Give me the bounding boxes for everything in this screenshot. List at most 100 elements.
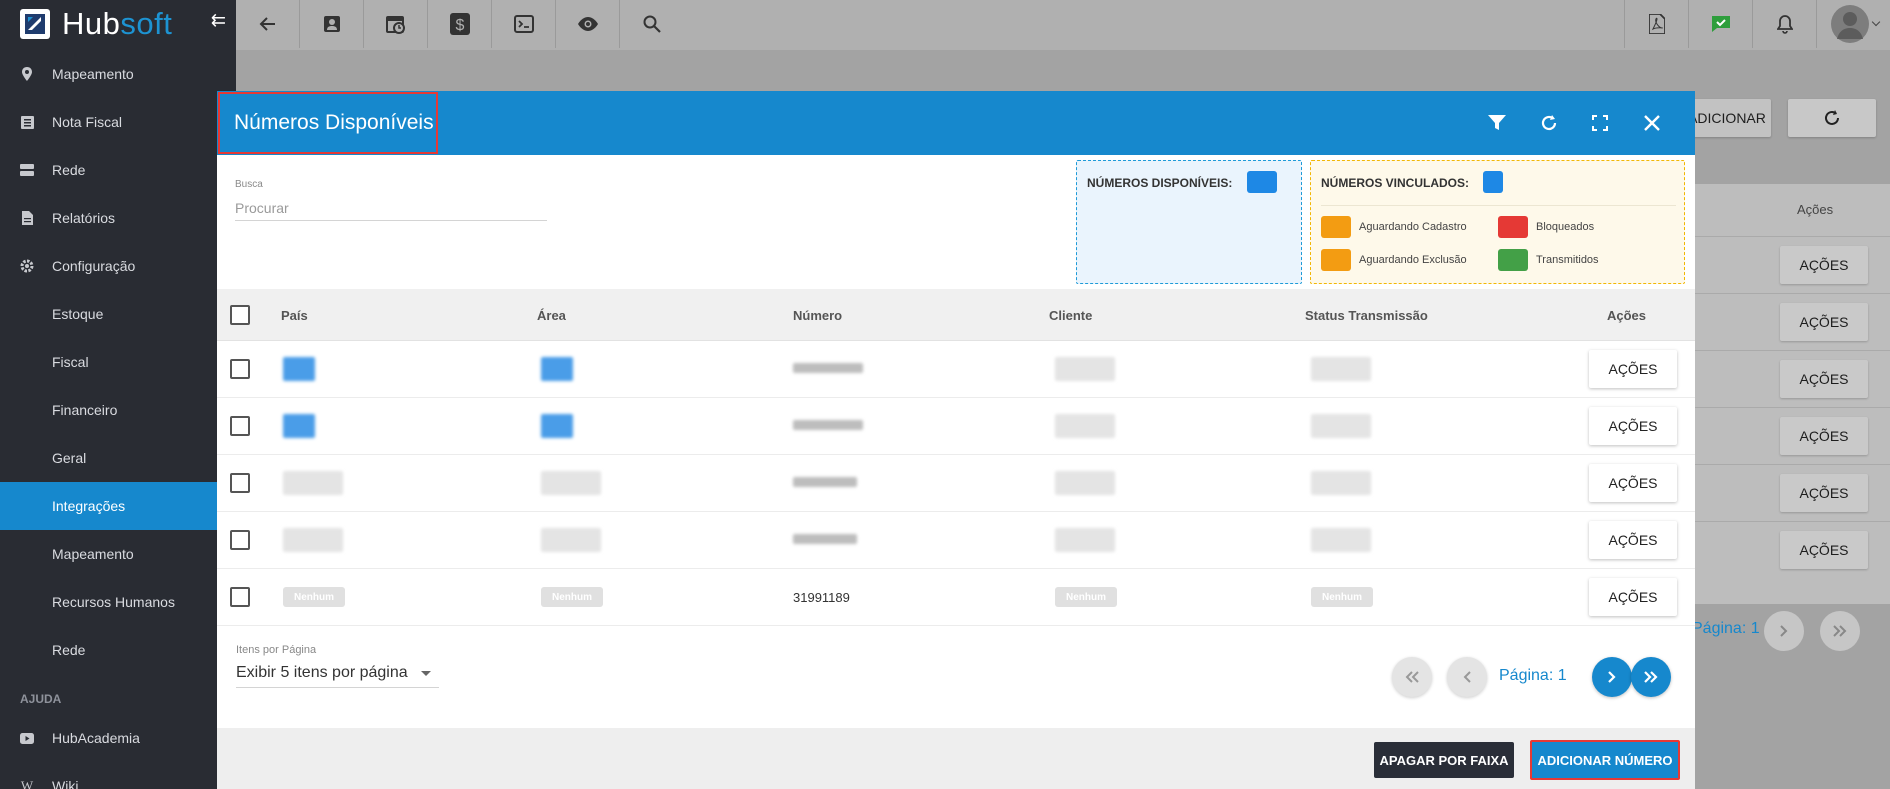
- per-page-label: Itens por Página: [236, 644, 317, 656]
- previous-page-button[interactable]: [1447, 657, 1487, 697]
- column-header-pais[interactable]: País: [281, 308, 308, 323]
- next-page-button[interactable]: [1592, 657, 1632, 697]
- collapse-sidebar-icon[interactable]: ⇇: [211, 10, 226, 31]
- sidebar-item-nota-fiscal[interactable]: Nota Fiscal: [0, 98, 236, 146]
- background-row-actions-button[interactable]: AÇÕES: [1780, 417, 1868, 455]
- country-flag-redacted: [283, 414, 315, 438]
- background-last-page-button[interactable]: [1820, 611, 1860, 651]
- map-pin-icon: [20, 67, 34, 81]
- double-chevron-right-icon: [1644, 671, 1658, 683]
- client-redacted: [1055, 471, 1115, 495]
- client-tag: Nenhum: [1055, 587, 1117, 607]
- sidebar-item-relatorios[interactable]: Relatórios: [0, 194, 236, 242]
- sidebar-item-label: Estoque: [52, 306, 104, 322]
- sidebar-item-wiki[interactable]: W Wiki: [0, 762, 236, 789]
- contact-card-icon[interactable]: [300, 0, 364, 48]
- delete-range-button[interactable]: APAGAR POR FAIXA: [1374, 742, 1514, 778]
- background-next-page-button[interactable]: [1764, 611, 1804, 651]
- background-row-actions-button[interactable]: AÇÕES: [1780, 303, 1868, 341]
- back-arrow-icon[interactable]: [236, 0, 300, 48]
- sidebar-subitem-geral[interactable]: Geral: [0, 434, 236, 482]
- row-actions-button[interactable]: AÇÕES: [1589, 464, 1677, 502]
- area-redacted: [541, 528, 601, 552]
- first-page-button[interactable]: [1392, 657, 1432, 697]
- sidebar: Hubsoft ⇇ Mapeamento Nota Fiscal Rede Re…: [0, 0, 236, 789]
- gear-icon: [20, 259, 34, 273]
- sidebar-subitem-financeiro[interactable]: Financeiro: [0, 386, 236, 434]
- sidebar-subitem-integracoes[interactable]: Integrações: [0, 482, 236, 530]
- sidebar-item-hubacademia[interactable]: HubAcademia: [0, 714, 236, 762]
- background-add-button[interactable]: ADICIONAR: [1683, 99, 1771, 137]
- select-all-checkbox[interactable]: [230, 305, 250, 325]
- sidebar-item-configuracao[interactable]: Configuração: [0, 242, 236, 290]
- chevron-right-icon: [1780, 625, 1788, 637]
- terminal-icon[interactable]: [492, 0, 556, 48]
- row-checkbox[interactable]: [230, 473, 250, 493]
- status-redacted: [1311, 414, 1371, 438]
- dollar-icon[interactable]: $: [428, 0, 492, 48]
- avatar[interactable]: [1816, 0, 1890, 48]
- eye-icon[interactable]: [556, 0, 620, 48]
- number-redacted: [793, 420, 863, 430]
- document-icon: [20, 211, 34, 225]
- row-actions-button[interactable]: AÇÕES: [1589, 578, 1677, 616]
- per-page-select[interactable]: Exibir 5 itens por página: [236, 658, 439, 688]
- sidebar-subitem-recursos-humanos[interactable]: Recursos Humanos: [0, 578, 236, 626]
- background-refresh-button[interactable]: [1788, 99, 1876, 137]
- search-icon[interactable]: [620, 0, 684, 48]
- sidebar-subitem-estoque[interactable]: Estoque: [0, 290, 236, 338]
- column-header-numero[interactable]: Número: [793, 308, 842, 323]
- country-redacted: [283, 528, 343, 552]
- column-header-cliente[interactable]: Cliente: [1049, 308, 1092, 323]
- sidebar-item-rede[interactable]: Rede: [0, 146, 236, 194]
- background-row-actions-button[interactable]: AÇÕES: [1780, 474, 1868, 512]
- check-chat-icon[interactable]: [1688, 0, 1752, 48]
- double-chevron-left-icon: [1405, 671, 1419, 683]
- table-row: Nenhum Nenhum 31991189 Nenhum Nenhum AÇÕ…: [217, 569, 1695, 626]
- logo: Hubsoft: [0, 0, 236, 48]
- sidebar-item-label: Mapeamento: [52, 546, 134, 562]
- pdf-icon[interactable]: [1624, 0, 1688, 48]
- area-tag: Nenhum: [541, 587, 603, 607]
- sidebar-subitem-mapeamento[interactable]: Mapeamento: [0, 530, 236, 578]
- sidebar-item-label: Recursos Humanos: [52, 594, 175, 610]
- wiki-icon: W: [20, 778, 34, 789]
- sidebar-subitem-rede[interactable]: Rede: [0, 626, 236, 674]
- column-header-area[interactable]: Área: [537, 308, 566, 323]
- filter-icon[interactable]: [1485, 111, 1509, 135]
- sidebar-item-label: Rede: [52, 642, 86, 658]
- row-actions-button[interactable]: AÇÕES: [1589, 521, 1677, 559]
- calendar-clock-icon[interactable]: [364, 0, 428, 48]
- row-checkbox[interactable]: [230, 416, 250, 436]
- row-checkbox[interactable]: [230, 587, 250, 607]
- add-number-button[interactable]: ADICIONAR NÚMERO: [1530, 740, 1680, 780]
- country-flag-redacted: [283, 357, 315, 381]
- row-checkbox[interactable]: [230, 359, 250, 379]
- double-chevron-right-icon: [1833, 625, 1847, 637]
- row-actions-button[interactable]: AÇÕES: [1589, 407, 1677, 445]
- bell-icon[interactable]: [1752, 0, 1816, 48]
- modal-header: Números Disponíveis: [217, 91, 1695, 155]
- column-header-acoes: Ações: [1607, 308, 1647, 323]
- last-page-button[interactable]: [1631, 657, 1671, 697]
- close-icon[interactable]: [1640, 111, 1664, 135]
- sidebar-item-mapeamento[interactable]: Mapeamento: [0, 50, 236, 98]
- table-row: AÇÕES: [217, 398, 1695, 455]
- background-row-actions-button[interactable]: AÇÕES: [1780, 246, 1868, 284]
- row-checkbox[interactable]: [230, 530, 250, 550]
- legend-label: Transmitidos: [1536, 254, 1599, 266]
- column-header-status[interactable]: Status Transmissão: [1305, 308, 1428, 323]
- background-row-actions-button[interactable]: AÇÕES: [1780, 531, 1868, 569]
- table-row: AÇÕES: [217, 341, 1695, 398]
- sidebar-subitem-fiscal[interactable]: Fiscal: [0, 338, 236, 386]
- background-row-actions-button[interactable]: AÇÕES: [1780, 360, 1868, 398]
- sidebar-item-label: Geral: [52, 450, 87, 466]
- legend-swatch-transmitidos: [1498, 249, 1528, 271]
- fullscreen-icon[interactable]: [1588, 111, 1612, 135]
- refresh-icon[interactable]: [1537, 111, 1561, 135]
- number-redacted: [793, 363, 863, 373]
- row-actions-button[interactable]: AÇÕES: [1589, 350, 1677, 388]
- table-row: AÇÕES: [217, 512, 1695, 569]
- svg-text:$: $: [455, 17, 464, 34]
- search-input[interactable]: [235, 195, 547, 221]
